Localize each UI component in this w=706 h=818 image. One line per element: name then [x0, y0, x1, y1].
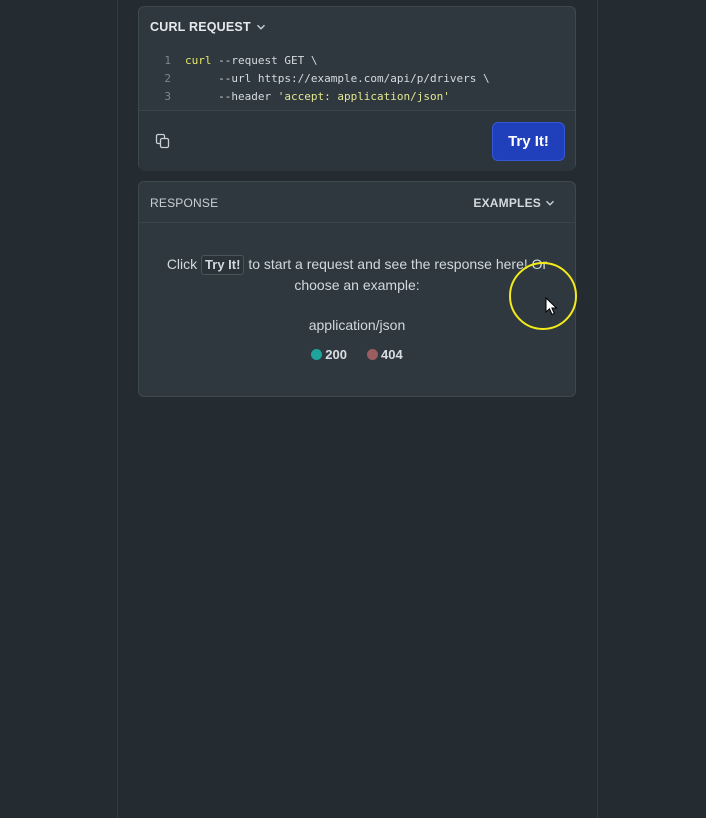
code-line: 1 curl --request GET \ — [139, 52, 575, 70]
status-example-200[interactable]: 200 — [311, 347, 347, 362]
copy-button[interactable] — [154, 132, 172, 150]
line-number: 3 — [164, 90, 171, 103]
status-example-404[interactable]: 404 — [367, 347, 403, 362]
code-text: --request GET \ — [211, 54, 318, 67]
content-left-divider — [117, 0, 118, 818]
status-dot — [367, 349, 378, 360]
status-dot — [311, 349, 323, 360]
try-it-kbd: Try It! — [201, 255, 245, 275]
code-keyword: curl — [185, 54, 212, 67]
code-string: 'accept: application/json' — [277, 90, 450, 103]
copy-icon — [155, 133, 170, 149]
response-header: RESPONSE EXAMPLES — [139, 182, 575, 223]
message-text: Click — [166, 256, 202, 272]
code-text: --header — [185, 90, 278, 103]
message-line: Click Try It! to start a request and see… — [139, 254, 575, 275]
message-text: to start a request and see the response … — [244, 256, 548, 272]
examples-label: EXAMPLES — [473, 196, 541, 210]
line-number: 1 — [164, 54, 171, 67]
curl-request-title: CURL REQUEST — [150, 20, 251, 34]
cursor-highlight-ring — [509, 262, 577, 330]
status-code: 404 — [381, 347, 403, 362]
code-text: --url https://example.com/api/p/drivers … — [185, 72, 490, 85]
mime-type-label: application/json — [308, 317, 406, 333]
curl-request-dropdown[interactable]: CURL REQUEST — [150, 20, 266, 34]
chevron-down-icon — [546, 200, 554, 206]
try-it-button[interactable]: Try It! — [492, 122, 565, 161]
line-number: 2 — [164, 72, 171, 85]
mouse-pointer-icon — [545, 297, 558, 316]
content-right-divider — [597, 0, 598, 818]
status-code: 200 — [325, 347, 347, 362]
code-line: 2 --url https://example.com/api/p/driver… — [139, 70, 575, 88]
code-line: 3 --header 'accept: application/json' — [139, 88, 575, 106]
curl-request-panel: CURL REQUEST 1 curl --request GET \ 2 --… — [138, 6, 576, 171]
examples-dropdown[interactable]: EXAMPLES — [473, 196, 555, 210]
chevron-down-icon — [256, 24, 265, 30]
status-examples: 200 404 — [139, 347, 575, 362]
code-block: 1 curl --request GET \ 2 --url https://e… — [139, 52, 575, 106]
curl-footer: Try It! — [139, 110, 575, 171]
response-title: RESPONSE — [150, 196, 219, 210]
